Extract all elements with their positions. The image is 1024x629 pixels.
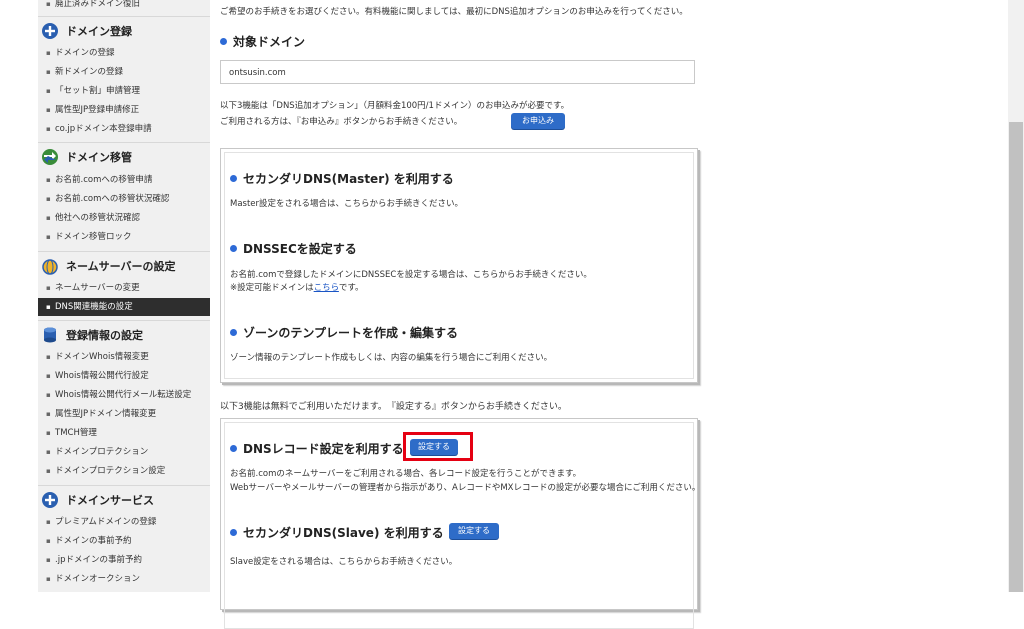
sidebar-group-domain-services: ドメインサービス — [38, 485, 210, 514]
sidebar-item-domain-restore[interactable]: ▪ 廃止済みドメイン復旧 — [38, 0, 210, 13]
sidebar: ▪ 廃止済みドメイン復旧 ドメイン登録 ▪ ドメインの登録 ▪ 新ドメインの登録 ▪ 「… — [38, 0, 210, 592]
sidebar-item[interactable]: ▪ プレミアムドメインの登録 — [38, 513, 210, 531]
sidebar-item[interactable]: ▪ ドメイン移管ロック — [38, 228, 210, 246]
secondary-dns-slave-settings-button[interactable]: 設定する — [449, 523, 499, 539]
paid-note-line-2: ご利用される方は、『お申込み』ボタンからお手続きください。 — [220, 117, 463, 127]
secondary-dns-slave-title: セカンダリDNS(Slave) を利用する — [230, 524, 444, 541]
sidebar-item[interactable]: ▪ 属性型JPドメイン情報変更 — [38, 405, 210, 423]
sidebar-item[interactable]: ▪ ドメインプロテクション設定 — [38, 462, 210, 480]
dns-record-title: DNSレコード設定を利用する — [230, 440, 404, 457]
sidebar-group-registration-info: 登録情報の設定 — [38, 320, 210, 349]
dns-record-desc-1: お名前.comのネームサーバーをご利用される場合、各レコード設定を行うことができ… — [230, 469, 582, 479]
sidebar-item[interactable]: ▪ co.jpドメイン本登録申請 — [38, 120, 210, 138]
plus-circle-icon — [42, 492, 58, 508]
sidebar-item[interactable]: ▪ お名前.comへの移管申請 — [38, 171, 210, 189]
bullet-dot-icon — [230, 529, 237, 536]
sidebar-group-nameserver: ネームサーバーの設定 — [38, 251, 210, 280]
target-domain-heading: 対象ドメイン — [220, 33, 305, 50]
free-note: 以下3機能は無料でご利用いただけます。 『設定する』ボタンからお手続きください。 — [220, 402, 567, 412]
dns-record-desc-2: Webサーバーやメールサーバーの管理者から指示があり、AレコードやMXレコードの… — [230, 483, 701, 493]
sidebar-group-domain-register: ドメイン登録 — [38, 16, 210, 45]
database-icon — [44, 327, 56, 343]
sidebar-item[interactable]: ▪ 他社への移管状況確認 — [38, 209, 210, 227]
left-gutter — [0, 0, 38, 592]
scrollbar-thumb[interactable] — [1009, 122, 1023, 592]
sidebar-item[interactable]: ▪ ドメインオークション — [38, 570, 210, 588]
main-content: ご希望のお手続きをお選びください。有料機能に関しましては、最初にDNS追加オプシ… — [210, 0, 1008, 629]
dnssec-note: ※設定可能ドメインはこちらです。 — [230, 283, 364, 293]
transfer-arrows-icon — [42, 149, 58, 165]
sidebar-item[interactable]: ▪ Whois情報公開代行設定 — [38, 367, 210, 385]
sidebar-item[interactable]: ▪ TMCH管理 — [38, 424, 210, 442]
secondary-dns-slave-desc: Slave設定をされる場合は、こちらからお手続きください。 — [230, 557, 458, 567]
sidebar-group-domain-transfer: ドメイン移管 — [38, 142, 210, 171]
sidebar-item[interactable]: ▪ 属性型JP登録申請修正 — [38, 101, 210, 119]
sidebar-item[interactable]: ▪ お名前.comへの移管状況確認 — [38, 190, 210, 208]
dnssec-title: DNSSECを設定する — [230, 240, 357, 257]
apply-button[interactable]: お申込み — [511, 113, 565, 129]
zone-template-title: ゾーンのテンプレートを作成・編集する — [230, 324, 458, 341]
secondary-dns-master-desc: Master設定をされる場合は、こちらからお手続きください。 — [230, 199, 464, 209]
paid-note-line-1: 以下3機能は「DNS追加オプション」（月額料金100円/1ドメイン）のお申込みが… — [220, 101, 570, 111]
sidebar-item[interactable]: ▪ 新ドメインの登録 — [38, 63, 210, 81]
eligible-domains-link[interactable]: こちら — [314, 283, 339, 293]
dns-record-settings-button[interactable]: 設定する — [410, 439, 458, 455]
dnssec-desc: お名前.comで登録したドメインにDNSSECを設定する場合は、こちらからお手続… — [230, 270, 592, 280]
sidebar-item[interactable]: ▪ ドメインWhois情報変更 — [38, 348, 210, 366]
sidebar-item[interactable]: ▪ ネームサーバーの変更 — [38, 279, 210, 297]
secondary-dns-master-title: セカンダリDNS(Master) を利用する — [230, 170, 454, 187]
nameserver-globe-icon — [42, 259, 58, 275]
target-domain-field[interactable]: ontsusin.com — [220, 60, 695, 84]
bullet-dot-icon — [230, 245, 237, 252]
zone-template-desc: ゾーン情報のテンプレート作成もしくは、内容の編集を行う場合にご利用ください。 — [230, 353, 553, 363]
sidebar-item[interactable]: ▪ Whois情報公開代行メール転送設定 — [38, 386, 210, 404]
bullet-dot-icon — [230, 329, 237, 336]
vertical-scrollbar[interactable] — [1008, 0, 1024, 592]
sidebar-item[interactable]: ▪ 「セット割」申請管理 — [38, 82, 210, 100]
intro-text: ご希望のお手続きをお選びください。有料機能に関しましては、最初にDNS追加オプシ… — [220, 7, 688, 17]
sidebar-item[interactable]: ▪ ドメインの事前予約 — [38, 532, 210, 550]
plus-circle-icon — [42, 23, 58, 39]
bullet-dot-icon — [230, 175, 237, 182]
bullet-dot-icon — [220, 38, 227, 45]
bullet-dot-icon — [230, 445, 237, 452]
sidebar-item[interactable]: ▪ ドメインプロテクション — [38, 443, 210, 461]
sidebar-item-dns-settings-active[interactable]: ▪ DNS関連機能の設定 — [38, 298, 210, 316]
sidebar-item[interactable]: ▪ .jpドメインの事前予約 — [38, 551, 210, 569]
sidebar-item[interactable]: ▪ ドメインの登録 — [38, 44, 210, 62]
